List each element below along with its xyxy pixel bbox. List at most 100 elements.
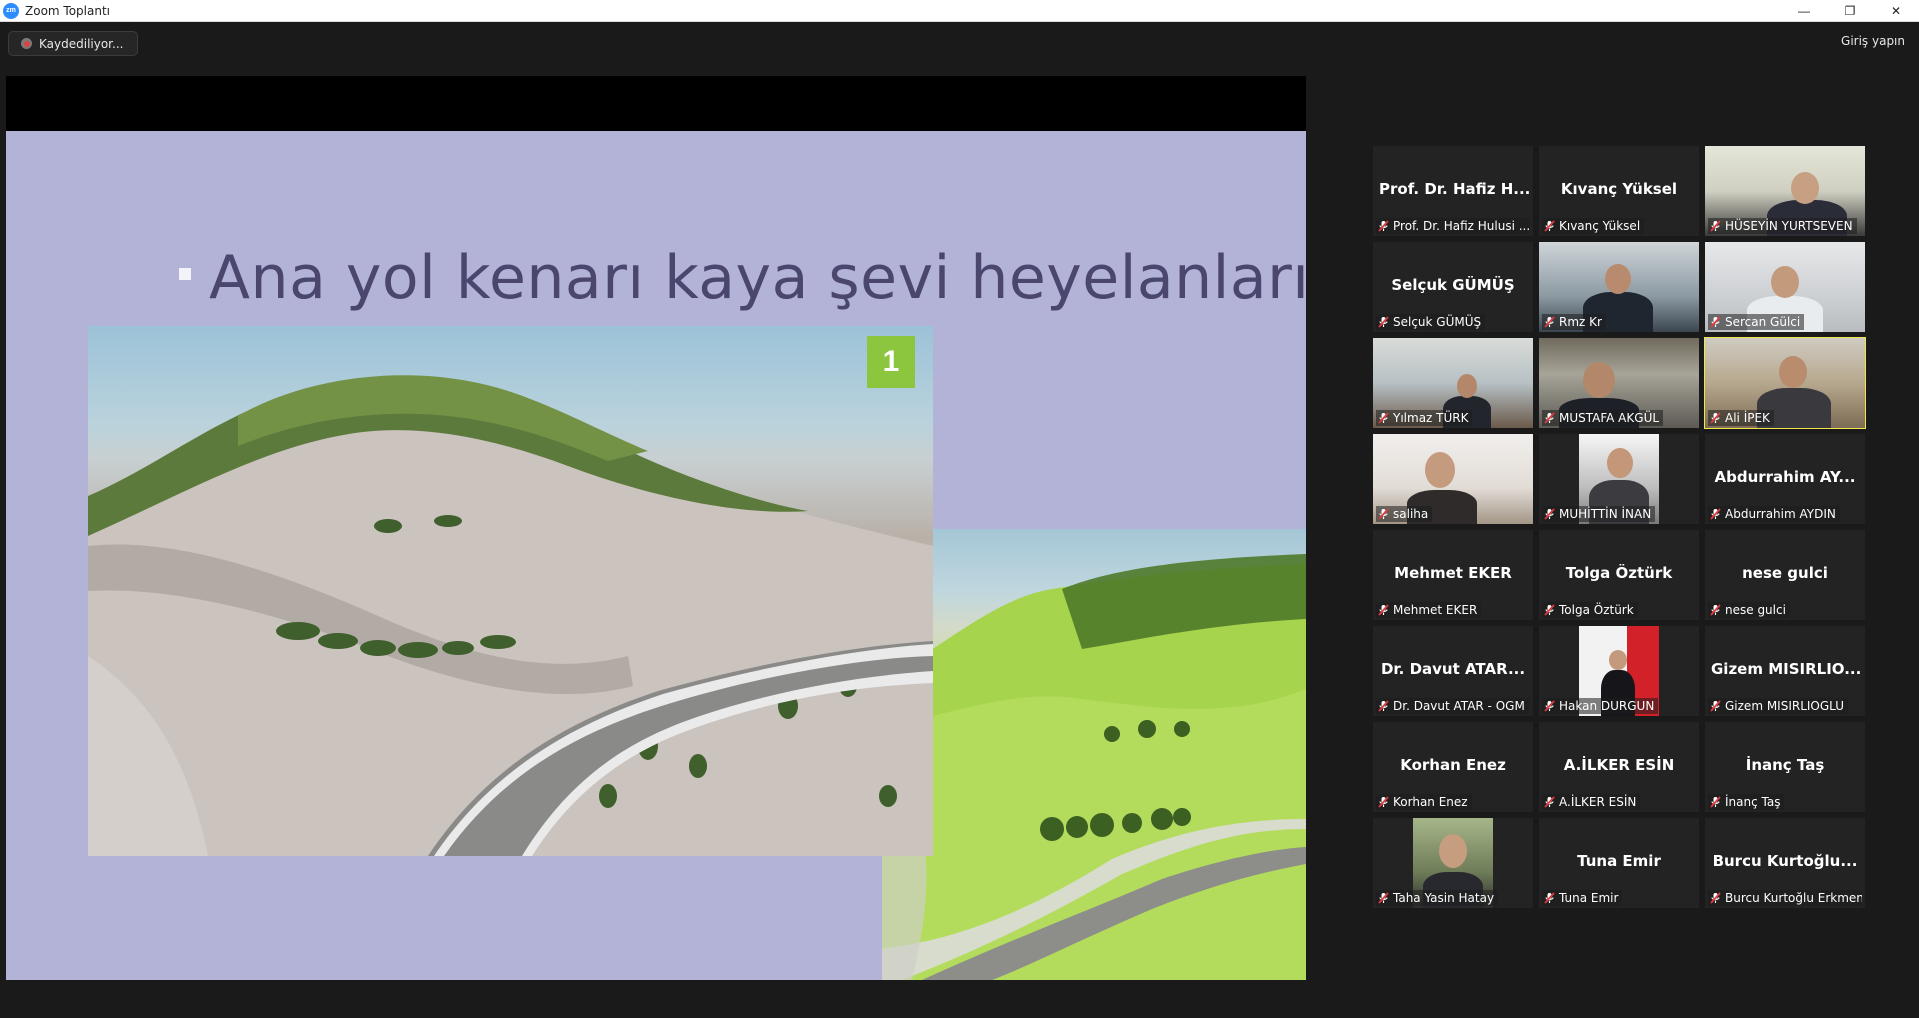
participant-name-label: MUSTAFA AKGÜL	[1542, 410, 1664, 426]
signin-link[interactable]: Giriş yapın	[1841, 34, 1905, 48]
participant-tile[interactable]: Gizem MISIRLIO... Gizem MISIRLIOGLU	[1705, 626, 1865, 716]
participant-name: Tuna Emir	[1559, 891, 1619, 905]
participant-name: Mehmet EKER	[1393, 603, 1478, 617]
participant-tile[interactable]: Yılmaz TÜRK	[1373, 338, 1533, 428]
participant-name-label: Tuna Emir	[1542, 890, 1623, 906]
minimize-button[interactable]: —	[1781, 0, 1827, 22]
participant-name-label: İnanç Taş	[1708, 794, 1785, 810]
participant-name-label: HÜSEYİN YURTSEVEN	[1708, 218, 1857, 234]
participant-name: HÜSEYİN YURTSEVEN	[1725, 219, 1853, 233]
participant-display-name: Korhan Enez	[1400, 756, 1506, 774]
participant-tile[interactable]: Burcu Kurtoğlu... Burcu Kurtoğlu Erkmen	[1705, 818, 1865, 908]
participant-tile[interactable]: saliha	[1373, 434, 1533, 524]
muted-mic-icon	[1378, 412, 1389, 424]
participant-display-name: nese gulci	[1742, 564, 1828, 582]
muted-mic-icon	[1378, 508, 1389, 520]
participant-tile[interactable]: nese gulci nese gulci	[1705, 530, 1865, 620]
muted-mic-icon	[1378, 220, 1389, 232]
participant-silhouette-head	[1605, 264, 1631, 294]
participant-display-name: Prof. Dr. Hafiz H...	[1379, 180, 1531, 198]
slide-title: Ana yol kenarı kaya şevi heyelanları ve …	[209, 243, 1306, 313]
participant-silhouette-head	[1771, 266, 1799, 298]
participant-tile[interactable]: Sercan Gülci	[1705, 242, 1865, 332]
muted-mic-icon	[1544, 700, 1555, 712]
participant-name-label: Abdurrahim AYDIN	[1708, 506, 1840, 522]
record-icon	[21, 38, 32, 49]
muted-mic-icon	[1544, 316, 1555, 328]
participant-silhouette-head	[1607, 448, 1633, 478]
participant-name: Taha Yasin Hatay	[1393, 891, 1495, 905]
muted-mic-icon	[1710, 412, 1721, 424]
participant-name: Abdurrahim AYDIN	[1725, 507, 1836, 521]
participant-name-label: Prof. Dr. Hafiz Hulusi ...	[1376, 218, 1530, 234]
participant-tile[interactable]: Dr. Davut ATAR... Dr. Davut ATAR - OGM	[1373, 626, 1533, 716]
participant-name: Tolga Öztürk	[1559, 603, 1634, 617]
participant-display-name: Abdurrahim AY...	[1714, 468, 1856, 486]
muted-mic-icon	[1710, 316, 1721, 328]
participant-tile[interactable]: Kıvanç Yüksel Kıvanç Yüksel	[1539, 146, 1699, 236]
participant-tile[interactable]: MUSTAFA AKGÜL	[1539, 338, 1699, 428]
participant-tile[interactable]: Abdurrahim AY... Abdurrahim AYDIN	[1705, 434, 1865, 524]
muted-mic-icon	[1544, 796, 1555, 808]
participant-name: Dr. Davut ATAR - OGM	[1393, 699, 1525, 713]
recording-label: Kaydediliyor...	[39, 36, 124, 51]
muted-mic-icon	[1710, 892, 1721, 904]
participant-name: MUHİTTİN İNAN	[1559, 507, 1652, 521]
participant-display-name: Kıvanç Yüksel	[1560, 180, 1678, 198]
participant-name-label: Selçuk GÜMÜŞ	[1376, 314, 1486, 330]
participant-tile[interactable]: Mehmet EKER Mehmet EKER	[1373, 530, 1533, 620]
muted-mic-icon	[1378, 796, 1389, 808]
muted-mic-icon	[1378, 700, 1389, 712]
slide-number-badge: 1	[867, 336, 915, 388]
participant-display-name: Tuna Emir	[1577, 852, 1661, 870]
participant-tile[interactable]: Tolga Öztürk Tolga Öztürk	[1539, 530, 1699, 620]
participant-tile[interactable]: Rmz Kr	[1539, 242, 1699, 332]
shared-screen: Ana yol kenarı kaya şevi heyelanları ve …	[6, 76, 1306, 980]
participant-tile[interactable]: MUHİTTİN İNAN	[1539, 434, 1699, 524]
participant-tile[interactable]: Selçuk GÜMÜŞ Selçuk GÜMÜŞ	[1373, 242, 1533, 332]
bullet-icon	[179, 268, 191, 280]
participant-silhouette-head	[1439, 834, 1467, 868]
participant-display-name: A.İLKER ESİN	[1563, 756, 1675, 774]
participant-tile[interactable]: Hakan DURGUN	[1539, 626, 1699, 716]
participant-tile[interactable]: Korhan Enez Korhan Enez	[1373, 722, 1533, 812]
participant-display-name: Dr. Davut ATAR...	[1380, 660, 1526, 678]
presentation-slide: Ana yol kenarı kaya şevi heyelanları ve …	[6, 131, 1306, 980]
participant-name-label: Yılmaz TÜRK	[1376, 410, 1473, 426]
muted-mic-icon	[1378, 892, 1389, 904]
participant-name-label: Korhan Enez	[1376, 794, 1472, 810]
close-button[interactable]: ✕	[1873, 0, 1919, 22]
participant-name-label: nese gulci	[1708, 602, 1790, 618]
participant-name: Sercan Gülci	[1725, 315, 1801, 329]
window-title: Zoom Toplantı	[25, 3, 110, 18]
recording-indicator-button[interactable]: Kaydediliyor...	[8, 31, 139, 56]
maximize-button[interactable]: ❐	[1827, 0, 1873, 22]
participant-name-label: Kıvanç Yüksel	[1542, 218, 1645, 234]
participant-name: Selçuk GÜMÜŞ	[1393, 315, 1482, 329]
participant-display-name: Gizem MISIRLIO...	[1711, 660, 1862, 678]
muted-mic-icon	[1378, 316, 1389, 328]
participant-tile[interactable]: İnanç Taş İnanç Taş	[1705, 722, 1865, 812]
participant-name-label: Gizem MISIRLIOGLU	[1708, 698, 1849, 714]
participant-tile[interactable]: A.İLKER ESİN A.İLKER ESİN	[1539, 722, 1699, 812]
participant-name: MUSTAFA AKGÜL	[1559, 411, 1660, 425]
participant-name-label: Taha Yasin Hatay	[1376, 890, 1499, 906]
participant-name-label: Rmz Kr	[1542, 314, 1606, 330]
muted-mic-icon	[1544, 892, 1555, 904]
participant-name: Gizem MISIRLIOGLU	[1725, 699, 1845, 713]
participant-silhouette-head	[1457, 374, 1477, 398]
muted-mic-icon	[1710, 220, 1721, 232]
muted-mic-icon	[1544, 220, 1555, 232]
rock-slope-graphic	[88, 375, 933, 856]
muted-mic-icon	[1544, 508, 1555, 520]
participant-tile[interactable]: Prof. Dr. Hafiz H... Prof. Dr. Hafiz Hulu…	[1373, 146, 1533, 236]
participant-tile[interactable]: Taha Yasin Hatay	[1373, 818, 1533, 908]
participant-name: Yılmaz TÜRK	[1393, 411, 1469, 425]
participant-display-name: Burcu Kurtoğlu...	[1712, 852, 1858, 870]
window-controls: — ❐ ✕	[1781, 0, 1919, 22]
participant-tile[interactable]: Tuna Emir Tuna Emir	[1539, 818, 1699, 908]
participant-tile[interactable]: Ali İPEK	[1704, 337, 1866, 429]
participant-name: İnanç Taş	[1725, 795, 1781, 809]
participant-name: Burcu Kurtoğlu Erkmen	[1725, 891, 1862, 905]
participant-tile[interactable]: HÜSEYİN YURTSEVEN	[1705, 146, 1865, 236]
